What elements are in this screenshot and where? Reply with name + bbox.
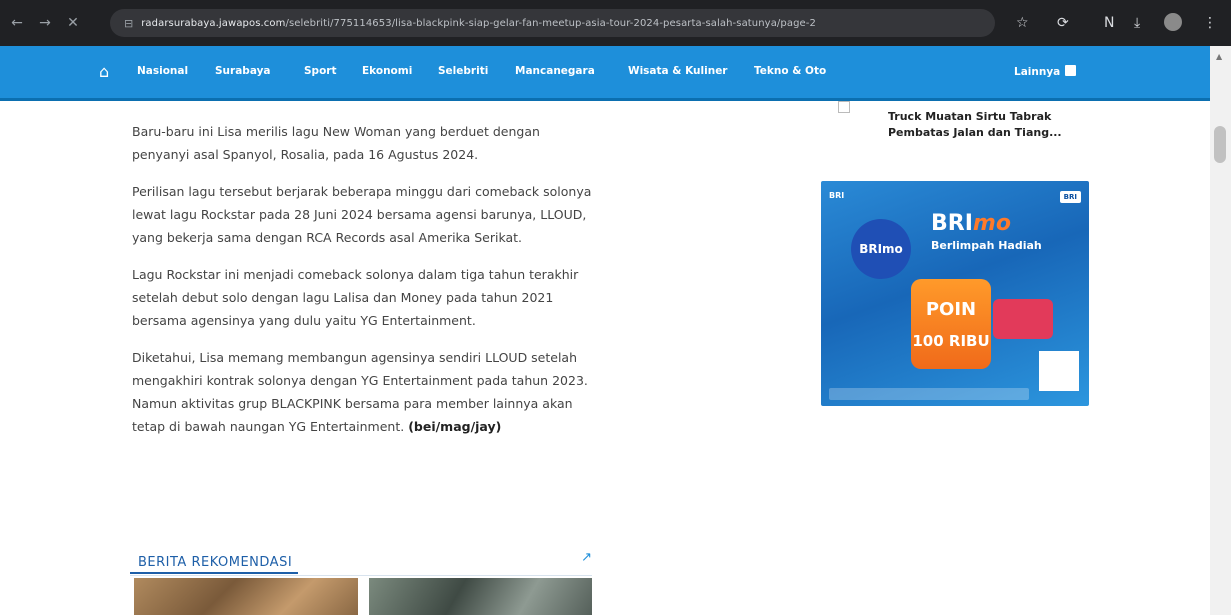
ad-partner-logo: BRI xyxy=(829,191,845,200)
brimo-ad-banner[interactable]: BRI BRI BRImo BRImo Berlimpah Hadiah POI… xyxy=(821,181,1089,406)
brimo-badge: BRImo xyxy=(851,219,911,279)
trending-icon: ↗ xyxy=(581,550,592,565)
browser-toolbar: ← → ✕ ⊟ radarsurabaya.jawapos.com/selebr… xyxy=(0,0,1231,46)
reload-icon[interactable]: ✕ xyxy=(62,15,84,31)
nav-item-tekno-oto[interactable]: Tekno & Oto xyxy=(754,65,826,77)
article-paragraph-text: Diketahui, Lisa memang membangun agensin… xyxy=(132,350,588,434)
rekomendasi-thumbnail[interactable] xyxy=(369,578,592,615)
scroll-up-icon[interactable]: ▲ xyxy=(1216,52,1222,61)
qr-code xyxy=(1039,351,1079,391)
forward-icon[interactable]: → xyxy=(34,15,56,31)
brimo-brand: BRImo xyxy=(931,211,1011,236)
rekomendasi-title: BERITA REKOMENDASI xyxy=(130,555,299,574)
lainnya-label: Lainnya xyxy=(1014,66,1061,78)
prize-card-image xyxy=(993,299,1053,339)
poin-reward-card: POIN 100 RIBU xyxy=(911,279,991,369)
section-divider xyxy=(130,575,592,576)
page-scrollbar[interactable]: ▲ xyxy=(1210,46,1231,615)
bookmark-star-icon[interactable]: ☆ xyxy=(1016,15,1029,31)
nav-item-lainnya[interactable]: Lainnya xyxy=(1014,65,1077,78)
site-info-icon[interactable]: ⊟ xyxy=(124,17,133,30)
article-paragraph: Perilisan lagu tersebut berjarak beberap… xyxy=(132,184,592,245)
site-navigation: ⌂ Nasional Surabaya Sport Ekonomi Selebr… xyxy=(0,46,1210,101)
bri-logo: BRI xyxy=(1059,191,1081,203)
back-icon[interactable]: ← xyxy=(6,15,28,31)
menu-toggle-icon xyxy=(1065,65,1077,76)
home-icon[interactable]: ⌂ xyxy=(99,62,109,81)
author-credit: (bei/mag/jay) xyxy=(408,419,502,434)
ad-headline: Berlimpah Hadiah xyxy=(931,239,1042,252)
nav-item-nasional[interactable]: Nasional xyxy=(137,65,188,77)
scrollbar-thumb[interactable] xyxy=(1214,126,1226,163)
article-paragraph: Baru-baru ini Lisa merilis lagu New Woma… xyxy=(132,124,540,162)
nav-item-sport[interactable]: Sport xyxy=(304,65,337,77)
nav-item-surabaya[interactable]: Surabaya xyxy=(215,65,271,77)
rekomendasi-thumbnail[interactable] xyxy=(134,578,358,615)
nav-item-ekonomi[interactable]: Ekonomi xyxy=(362,65,412,77)
nav-item-mancanegara[interactable]: Mancanegara xyxy=(515,65,595,77)
url-text: radarsurabaya.jawapos.com/selebriti/7751… xyxy=(141,17,816,29)
reward-amount: 100 RIBU xyxy=(912,332,990,350)
poin-label: POIN xyxy=(925,299,977,320)
rekomendasi-section: BERITA REKOMENDASI ↗ xyxy=(130,550,592,576)
related-article-title[interactable]: Truck Muatan Sirtu Tabrak Pembatas Jalan… xyxy=(888,109,1068,141)
nav-item-wisata-kuliner[interactable]: Wisata & Kuliner xyxy=(628,65,728,77)
extensions-icon[interactable]: ⟳ xyxy=(1057,15,1069,31)
article-body: Baru-baru ini Lisa merilis lagu New Woma… xyxy=(132,120,592,452)
download-icon[interactable]: ⤓ xyxy=(1134,15,1140,31)
article-paragraph: Diketahui, Lisa memang membangun agensin… xyxy=(132,346,592,438)
article-icon xyxy=(838,101,850,113)
more-menu-icon[interactable]: ⋮ xyxy=(1203,15,1217,31)
nav-item-selebriti[interactable]: Selebriti xyxy=(438,65,488,77)
address-bar[interactable]: ⊟ radarsurabaya.jawapos.com/selebriti/77… xyxy=(110,9,995,37)
article-paragraph: Lagu Rockstar ini menjadi comeback solon… xyxy=(132,267,579,328)
ad-footer-strip xyxy=(829,388,1029,400)
profile-avatar[interactable] xyxy=(1164,13,1182,31)
extension-n-icon[interactable]: N xyxy=(1104,15,1114,31)
